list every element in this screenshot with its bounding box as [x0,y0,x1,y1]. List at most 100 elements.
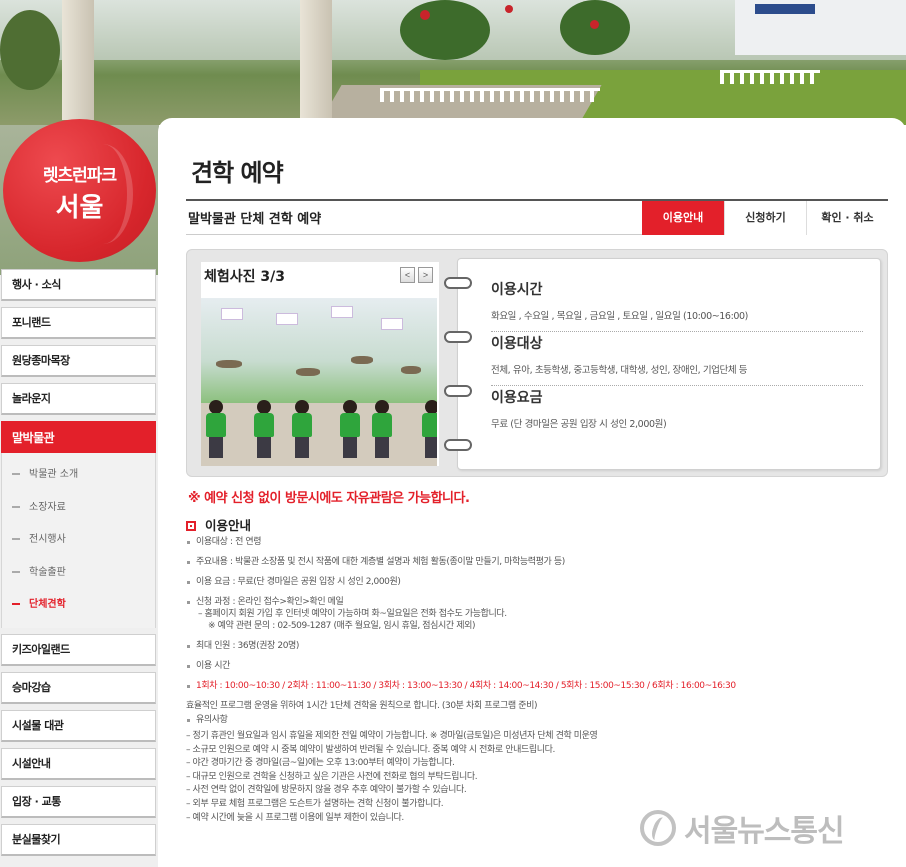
guide-caution: – 정기 휴관인 월요일과 임시 휴일을 제외한 전일 예약이 가능합니다. ※… [186,731,598,741]
info-fee-heading: 이용요금 [491,390,543,406]
nav-item-events[interactable]: 행사 · 소식 [1,269,156,301]
tab-usage-guide[interactable]: 이용안내 [642,201,724,235]
site-logo[interactable]: 렛츠런파크 서울 [3,119,156,262]
banner-fence [380,88,600,102]
guide-caution: – 소규모 인원으로 예약 시 중복 예약이 발생하여 반려될 수 있습니다. … [186,744,556,755]
info-hours-text: 화요일 , 수요일 , 목요일 , 금요일 , 토요일 , 일요일 (10:00… [491,311,748,322]
nav-item-facility-rental[interactable]: 시설물 대관 [1,709,156,742]
guide-caution: – 야간 경마기간 중 경마일(금~일)에는 오후 13:00부터 예약이 가능… [186,758,455,769]
photo-slider-controls: < > [400,267,433,283]
photo-horse [351,356,373,364]
photo-child [205,400,227,458]
logo-line1: 렛츠런파크 [42,166,117,186]
banner-pillar [62,0,94,120]
tab-apply[interactable]: 신청하기 [724,201,806,235]
banner-bush [0,10,60,90]
free-viewing-notice: ※ 예약 신청 없이 방문시에도 자유관람은 가능합니다. [188,491,470,506]
nav-item-riding-lessons[interactable]: 승마강습 [1,671,156,704]
guide-item-max: 최대 인원 : 36명(권장 20명) [186,640,886,652]
bullet-dash-icon [12,570,20,573]
prev-arrow-icon[interactable]: < [400,267,415,283]
nav-item-pony-land[interactable]: 포니랜드 [1,307,156,339]
binder-ring-icon [444,439,472,451]
photo-horse [216,360,242,368]
bullet-dash-icon [12,538,20,540]
nav-item-lost-found[interactable]: 분실물찾기 [1,823,156,856]
photo-child [339,400,361,458]
guide-efficiency-note: 효율적인 프로그램 운영을 위하여 1시간 1단체 견학을 원칙으로 합니다. … [186,701,538,711]
guide-item-time: 이용 시간 [186,660,886,672]
info-target-text: 전체, 유아, 초등학생, 중고등학생, 대학생, 성인, 장애인, 기업단체 … [491,365,748,376]
side-nav: 행사 · 소식 포니랜드 원당종마목장 놀라운지 말박물관 박물관 소개 소장자… [1,269,156,862]
subnav-museum-intro[interactable]: 박물관 소개 [2,459,155,492]
guide-item: 이용 요금 : 무료(단 경마일은 공원 입장 시 성인 2,000원) [186,576,886,588]
subnav-label: 소장자료 [29,501,66,513]
usage-guide: 이용대상 : 전 연령 주요내용 : 박물관 소장품 및 전시 작품에 대한 계… [186,536,886,825]
guide-item: 이용대상 : 전 연령 [186,536,886,548]
subnav-label: 단체견학 [29,599,66,610]
guide-process-note: – 홈페이지 회원 가입 후 인터넷 예약이 가능하며 화~일요일은 전화 접수… [198,609,507,619]
info-fee-text: 무료 (단 경마일은 공원 입장 시 성인 2,000원) [491,419,667,430]
page-title: 견학 예약 [191,159,284,187]
info-target: 이용대상 전체, 유아, 초등학생, 중고등학생, 대학생, 성인, 장애인, … [491,333,863,386]
photo-floor [201,403,437,466]
nav-item-horse-museum[interactable]: 말박물관 [1,421,156,453]
nav-submenu-museum: 박물관 소개 소장자료 전시행사 학술출판 단체견학 [1,453,156,628]
main-content: 견학 예약 말박물관 단체 견학 예약 이용안내 신청하기 확인 · 취소 체험… [158,118,906,867]
header-banner-photo [0,0,906,125]
subnav-group-tour[interactable]: 단체견학 [2,589,155,622]
bullet-dash-icon [12,603,20,605]
tab-confirm-cancel[interactable]: 확인 · 취소 [806,201,888,235]
guide-session-times: 1회차 : 10:00~10:30 / 2회차 : 11:00~11:30 / … [186,680,886,692]
watermark-text: 서울뉴스통신 [684,814,845,849]
watermark-logo-icon [640,810,676,846]
info-hours-heading: 이용시간 [491,282,543,298]
photo-slider-title: 체험사진 3/3 [204,269,285,285]
nav-item-wondang-ranch[interactable]: 원당종마목장 [1,345,156,377]
subnav-publications[interactable]: 학술출판 [2,557,155,590]
experience-photo [201,298,437,466]
photo-child [291,400,313,458]
photo-card [381,318,403,330]
guide-caution-label: 유의사항 [186,714,886,726]
news-watermark: 서울뉴스통신 [640,808,845,849]
subnav-exhibitions[interactable]: 전시행사 [2,524,155,557]
photo-child [253,400,275,458]
subnav-label: 학술출판 [29,566,66,578]
subnav-collection[interactable]: 소장자료 [2,492,155,525]
banner-bush [400,0,490,60]
banner-rose [420,10,430,20]
nav-item-facility-info[interactable]: 시설안내 [1,747,156,780]
photo-horse [296,368,320,376]
guide-caution: – 사전 연락 없이 견학일에 방문하지 않을 경우 추후 예약이 불가할 수 … [186,785,467,796]
nav-item-lounge[interactable]: 놀라운지 [1,383,156,415]
guide-title-text: 이용안내 [205,518,252,533]
guide-process-text: 신청 과정 : 온라인 접수>확인>확인 메일 [196,597,344,607]
banner-pillar [300,0,332,120]
photo-child [421,400,437,458]
nav-item-kids-island[interactable]: 키즈아일랜드 [1,633,156,666]
photo-card [331,306,353,318]
photo-slider: 체험사진 3/3 < > [201,262,439,466]
binder-ring-icon [444,385,472,397]
next-arrow-icon[interactable]: > [418,267,433,283]
info-hours: 이용시간 화요일 , 수요일 , 목요일 , 금요일 , 토요일 , 일요일 (… [491,279,863,332]
photo-card [276,313,298,325]
binder-ring-icon [444,277,472,289]
overview-panel: 체험사진 3/3 < > 이용시간 화요일 , 수요일 , 목요일 , 금요일 … [186,249,888,477]
subnav-label: 박물관 소개 [29,469,79,480]
logo-line2: 서울 [55,193,104,223]
photo-horse [401,366,421,374]
guide-contact-note: ※ 예약 관련 문의 : 02-509-1287 (매주 월요일, 임시 휴일,… [208,621,476,631]
banner-fence [720,70,820,84]
nav-item-admission-transport[interactable]: 입장 · 교통 [1,785,156,818]
bullet-dash-icon [12,505,20,508]
square-bullet-icon [186,521,196,531]
banner-rose [505,5,513,13]
photo-card [221,308,243,320]
guide-title: 이용안내 [186,515,251,534]
info-target-heading: 이용대상 [491,336,543,352]
info-fee: 이용요금 무료 (단 경마일은 공원 입장 시 성인 2,000원) [491,387,863,439]
bullet-dash-icon [12,473,20,475]
section-tabs: 이용안내 신청하기 확인 · 취소 [642,201,888,235]
